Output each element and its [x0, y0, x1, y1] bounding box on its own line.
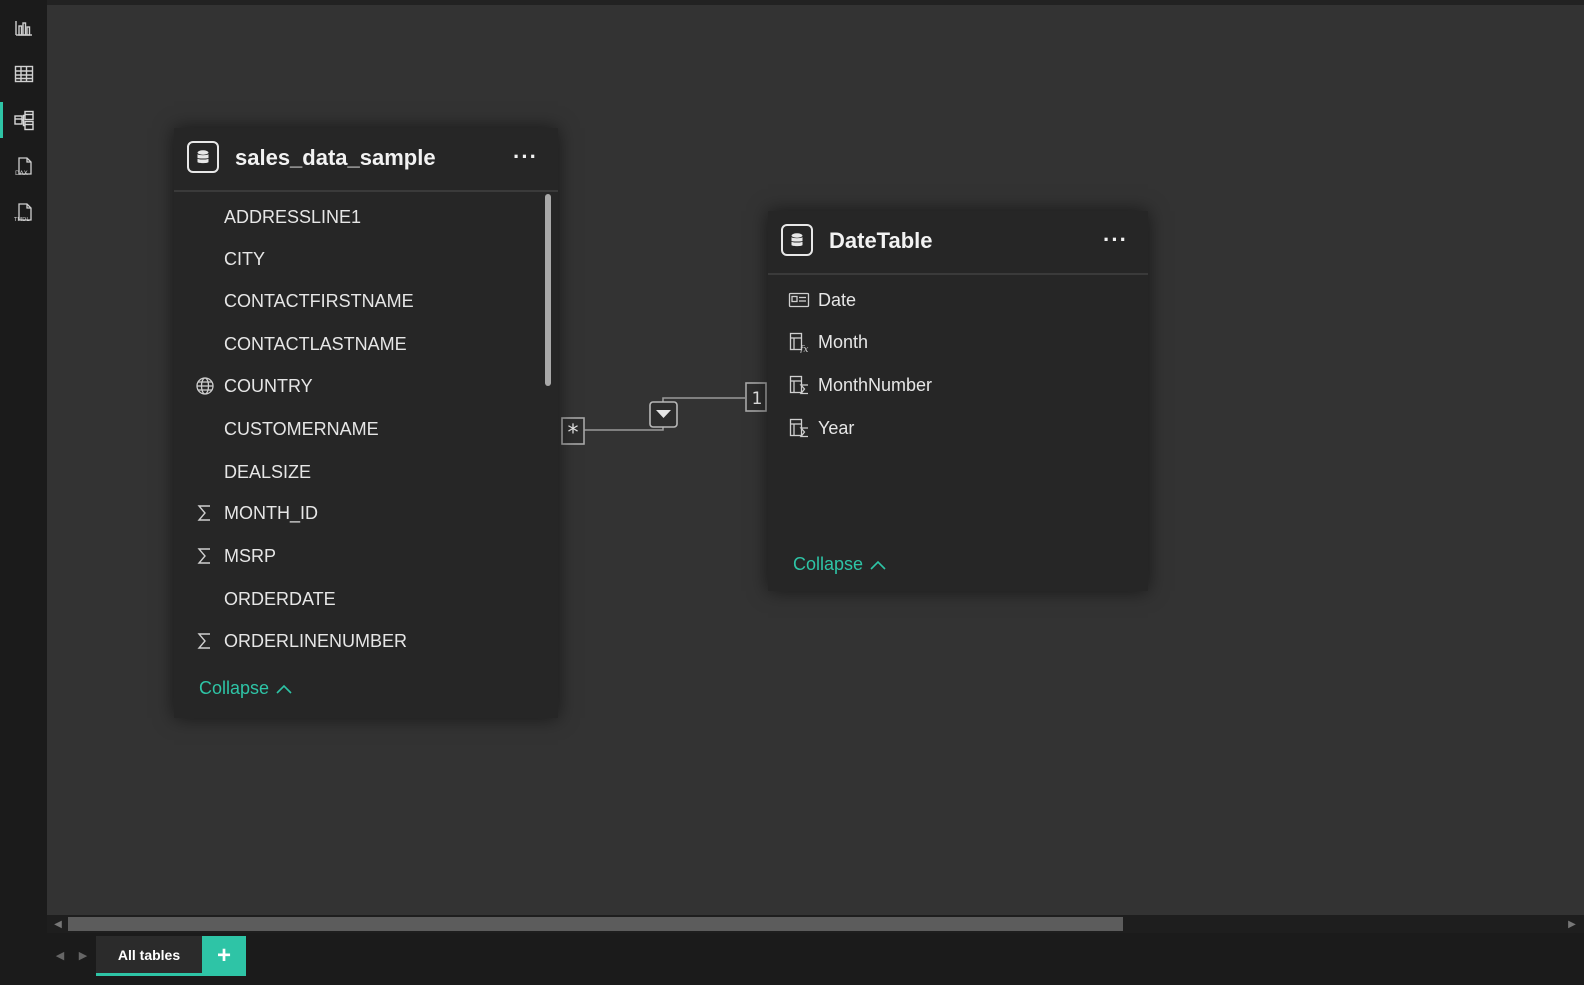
- svg-text:TMDL: TMDL: [13, 217, 30, 223]
- collapse-label: Collapse: [199, 678, 270, 698]
- field-name: ORDERDATE: [224, 588, 336, 609]
- field-name: MSRP: [224, 545, 277, 566]
- field-name: CONTACTFIRSTNAME: [224, 290, 414, 311]
- field-name: DEALSIZE: [224, 461, 312, 482]
- sigma-icon: [194, 502, 216, 524]
- table-title[interactable]: DateTable: [829, 228, 933, 254]
- table-grid-icon: [14, 65, 33, 83]
- field-name: CONTACTLASTNAME: [224, 333, 407, 354]
- layout-tab-bar: [47, 933, 1584, 985]
- add-layout-button[interactable]: +: [202, 936, 246, 976]
- sigma-icon: [194, 545, 216, 567]
- field-name: Month: [818, 331, 869, 352]
- table-title[interactable]: sales_data_sample: [235, 145, 436, 171]
- field-list-scrollbar[interactable]: [545, 194, 551, 386]
- report-view-button[interactable]: [0, 6, 47, 50]
- dax-query-view-button[interactable]: DAX: [0, 144, 47, 188]
- view-rail: DAX TMDL: [0, 0, 48, 985]
- table-card-header[interactable]: sales_data_sample ···: [174, 128, 558, 192]
- tmdl-icon: TMDL: [13, 203, 32, 223]
- model-view-button[interactable]: [0, 98, 47, 142]
- tab-prev-icon[interactable]: ◀: [52, 945, 68, 965]
- horizontal-scrollbar-thumb[interactable]: [68, 917, 1123, 931]
- calculated-sigma-column-icon: [788, 417, 810, 439]
- table-card-header[interactable]: DateTable ···: [768, 211, 1148, 275]
- field-name: Date: [818, 289, 857, 310]
- collapse-button[interactable]: Collapse: [199, 678, 293, 699]
- calculated-sigma-column-icon: [788, 374, 810, 396]
- field-name: Year: [818, 417, 855, 438]
- globe-icon: [194, 375, 216, 397]
- bar-chart-icon: [14, 21, 32, 36]
- more-options-button[interactable]: ···: [1103, 227, 1128, 253]
- field-name: MONTH_ID: [224, 502, 318, 523]
- field-name: ORDERLINENUMBER: [224, 630, 408, 651]
- model-icon: [13, 110, 34, 131]
- chevron-up-icon: [276, 684, 292, 694]
- tab-next-icon[interactable]: ▶: [75, 945, 91, 965]
- database-icon: [781, 224, 813, 256]
- field-name: COUNTRY: [224, 375, 313, 396]
- tab-all-tables[interactable]: All tables: [96, 936, 202, 976]
- database-icon: [187, 141, 219, 173]
- dax-icon: DAX: [15, 157, 32, 177]
- field-name: ADDRESSLINE1: [224, 206, 362, 227]
- calculated-column-icon: fx: [788, 331, 810, 353]
- tmdl-view-button[interactable]: TMDL: [0, 190, 47, 234]
- field-name: CITY: [224, 248, 266, 269]
- calendar-column-icon: [788, 289, 810, 311]
- field-name: MonthNumber: [818, 374, 933, 395]
- svg-text:fx: fx: [799, 345, 808, 353]
- scroll-right-icon[interactable]: ▶: [1564, 915, 1580, 933]
- svg-text:DAX: DAX: [15, 170, 28, 177]
- scroll-left-icon[interactable]: ◀: [50, 915, 66, 933]
- field-name: CUSTOMERNAME: [224, 418, 379, 439]
- table-card-sales-data-sample[interactable]: sales_data_sample ··· ADDRESSLINE1 CITY …: [174, 128, 558, 718]
- table-card-datetable[interactable]: DateTable ··· Date fx Month MonthNumber: [768, 211, 1148, 591]
- collapse-label: Collapse: [793, 554, 864, 574]
- collapse-button[interactable]: Collapse: [793, 554, 887, 575]
- table-view-button[interactable]: [0, 52, 47, 96]
- chevron-up-icon: [870, 560, 886, 570]
- sigma-icon: [194, 630, 216, 652]
- more-options-button[interactable]: ···: [513, 144, 538, 170]
